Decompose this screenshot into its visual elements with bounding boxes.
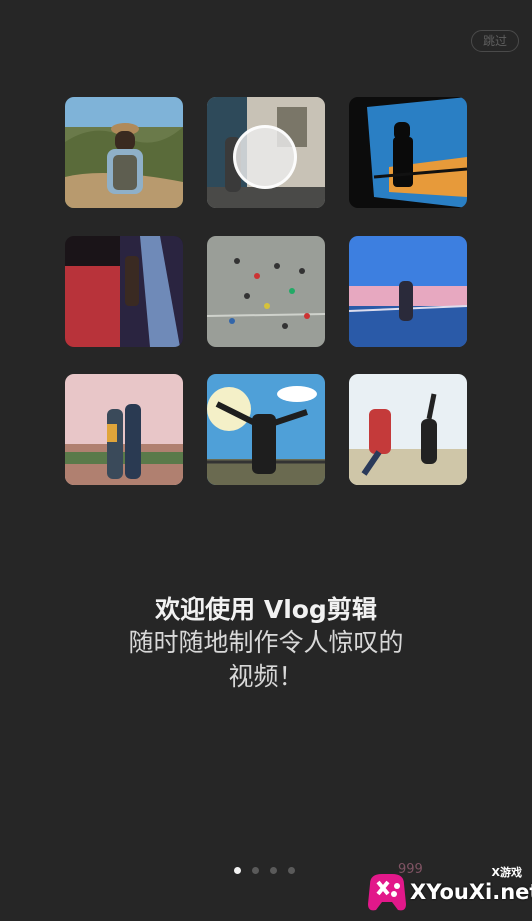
gamepad-logo-icon — [368, 874, 406, 911]
watermark: 999 X游戏 XYouXi.net — [360, 858, 532, 921]
thumb-dancer-sunset — [349, 236, 467, 347]
page-indicator — [234, 867, 295, 874]
page-dot-1[interactable] — [234, 867, 241, 874]
welcome-subtitle-line1: 随时随地制作令人惊叹的 — [128, 628, 404, 657]
page-dot-3[interactable] — [270, 867, 277, 874]
watermark-main-text: XYouXi.net — [410, 880, 532, 904]
onboarding-screen: 跳过 欢迎使用 Vlog剪辑 随时随地制作令人惊叹的 视频！ 999 X游戏 X… — [0, 0, 532, 921]
thumb-arms-open-sky — [207, 374, 325, 485]
page-dot-4[interactable] — [288, 867, 295, 874]
welcome-subtitle-line2: 视频！ — [228, 662, 304, 691]
thumb-silhouette-bridge — [349, 97, 467, 208]
thumb-hiker-mountain — [65, 97, 183, 208]
thumb-jumping-friends — [349, 374, 467, 485]
page-dot-2[interactable] — [252, 867, 259, 874]
skip-button[interactable]: 跳过 — [471, 30, 519, 52]
thumb-rainy-street — [65, 236, 183, 347]
welcome-title: 欢迎使用 Vlog剪辑 — [155, 595, 377, 624]
watermark-top-text: X游戏 — [491, 866, 522, 879]
record-indicator-icon — [233, 125, 297, 189]
thumb-aerial-crowd — [207, 236, 325, 347]
thumb-couple-rainbow — [65, 374, 183, 485]
welcome-subtitle: 随时随地制作令人惊叹的 视频！ — [0, 626, 532, 694]
